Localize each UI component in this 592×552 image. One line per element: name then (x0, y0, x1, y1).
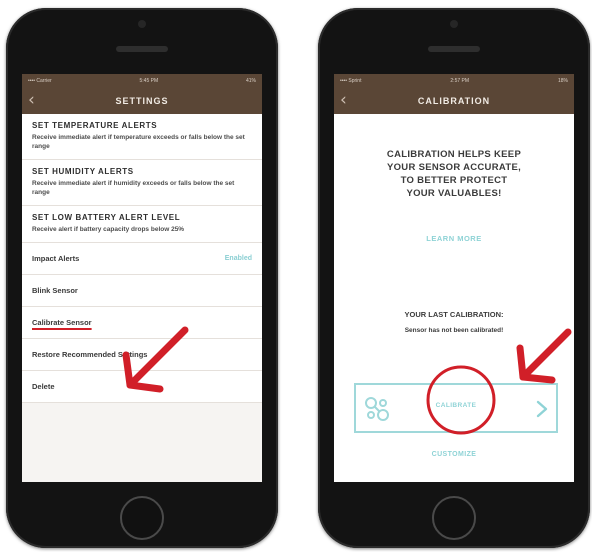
setting-description: Receive immediate alert if humidity exce… (32, 180, 235, 196)
chevron-right-icon[interactable] (536, 400, 548, 418)
setting-row-impact-alerts[interactable]: Impact Alerts Enabled (22, 243, 262, 275)
status-carrier: •••• Carrier (28, 78, 52, 84)
status-battery: 18% (557, 78, 568, 84)
phone-right: •••• Sprint 2:57 PM 18% ‹ CALIBRATION CA… (318, 8, 590, 548)
setting-row-delete[interactable]: Delete (22, 371, 262, 403)
sensor-icon (365, 397, 389, 421)
settings-list: SET TEMPERATURE ALERTS Receive immediate… (22, 114, 262, 403)
calibration-panel[interactable]: CALIBRATE (354, 383, 558, 433)
learn-more-link[interactable]: LEARN MORE (334, 234, 574, 243)
status-battery: 41% (245, 78, 256, 84)
chevron-left-icon[interactable]: ‹ (340, 90, 347, 110)
setting-title: SET LOW BATTERY ALERT LEVEL (32, 213, 181, 222)
customize-link[interactable]: CUSTOMIZE (334, 451, 574, 458)
nav-bar: ‹ SETTINGS (22, 88, 262, 114)
headline-line: TO BETTER PROTECT (400, 175, 508, 186)
calibrate-button[interactable]: CALIBRATE (426, 402, 486, 409)
row-label: Calibrate Sensor (32, 318, 92, 327)
setting-low-battery-alert[interactable]: SET LOW BATTERY ALERT LEVEL Receive aler… (22, 206, 262, 243)
last-calibration-title: YOUR LAST CALIBRATION: (404, 310, 504, 319)
earpiece-speaker (116, 46, 168, 52)
last-calibration-status: Sensor has not been calibrated! (404, 327, 504, 334)
chevron-left-icon[interactable]: ‹ (28, 90, 35, 110)
home-button[interactable] (120, 496, 164, 540)
page-title: SETTINGS (115, 96, 169, 106)
setting-description: Receive alert if battery capacity drops … (32, 226, 185, 233)
setting-title: SET TEMPERATURE ALERTS (32, 121, 158, 130)
row-label: Blink Sensor (32, 286, 78, 295)
status-time: 5:45 PM (139, 78, 159, 84)
phone-left: •••• Carrier 5:45 PM 41% ‹ SETTINGS SET … (6, 8, 278, 548)
setting-title: SET HUMIDITY ALERTS (32, 167, 134, 176)
headline-line: CALIBRATION HELPS KEEP (386, 149, 522, 160)
front-camera (138, 20, 146, 28)
setting-humidity-alerts[interactable]: SET HUMIDITY ALERTS Receive immediate al… (22, 160, 262, 206)
headline-line: YOUR VALUABLES! (406, 188, 502, 199)
row-label: Impact Alerts (32, 254, 80, 263)
setting-row-calibrate-sensor[interactable]: Calibrate Sensor (22, 307, 262, 339)
status-bar: •••• Carrier 5:45 PM 41% (22, 74, 262, 88)
home-button[interactable] (432, 496, 476, 540)
earpiece-speaker (428, 46, 480, 52)
setting-row-blink-sensor[interactable]: Blink Sensor (22, 275, 262, 307)
row-label: Delete (32, 382, 55, 391)
status-carrier: •••• Sprint (340, 78, 362, 84)
status-time: 2:57 PM (450, 78, 470, 84)
calibration-screen: •••• Sprint 2:57 PM 18% ‹ CALIBRATION CA… (334, 74, 574, 482)
settings-screen: •••• Carrier 5:45 PM 41% ‹ SETTINGS SET … (22, 74, 262, 482)
headline-line: YOUR SENSOR ACCURATE, (386, 162, 522, 173)
calibration-headline: CALIBRATION HELPS KEEP YOUR SENSOR ACCUR… (354, 148, 554, 200)
row-label: Restore Recommended Settings (32, 350, 148, 359)
page-title: CALIBRATION (417, 96, 491, 106)
setting-row-restore-settings[interactable]: Restore Recommended Settings (22, 339, 262, 371)
setting-temperature-alerts[interactable]: SET TEMPERATURE ALERTS Receive immediate… (22, 114, 262, 160)
front-camera (450, 20, 458, 28)
impact-alerts-status: Enabled (224, 255, 252, 262)
status-bar: •••• Sprint 2:57 PM 18% (334, 74, 574, 88)
nav-bar: ‹ CALIBRATION (334, 88, 574, 114)
calibration-content: CALIBRATION HELPS KEEP YOUR SENSOR ACCUR… (334, 114, 574, 482)
setting-description: Receive immediate alert if temperature e… (32, 134, 245, 150)
